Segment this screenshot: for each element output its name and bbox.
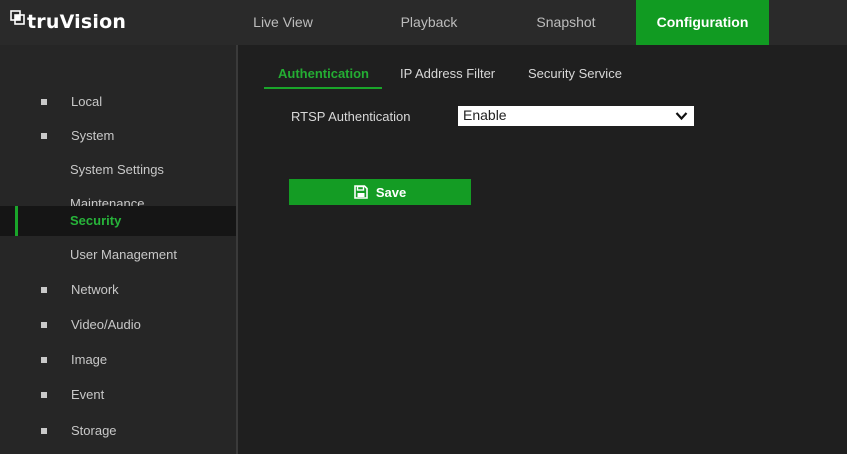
sidebar-item-system-settings[interactable]: System Settings bbox=[0, 155, 236, 185]
sidebar-item-event[interactable]: Event bbox=[0, 380, 236, 410]
sidebar-item-label: Security bbox=[70, 213, 122, 228]
sidebar-item-video-audio[interactable]: Video/Audio bbox=[0, 310, 236, 340]
brand-logo: truVision bbox=[10, 7, 126, 37]
nav-playback[interactable]: Playback bbox=[380, 0, 478, 45]
sidebar-item-label: User Management bbox=[70, 247, 177, 262]
rtsp-authentication-select[interactable]: Enable bbox=[458, 106, 694, 126]
tab-security-service[interactable]: Security Service bbox=[528, 66, 622, 81]
sidebar-item-label: Storage bbox=[71, 423, 117, 438]
floppy-disk-icon bbox=[354, 185, 368, 199]
save-button-label: Save bbox=[375, 184, 407, 200]
tab-ip-address-filter[interactable]: IP Address Filter bbox=[400, 66, 495, 81]
sidebar-item-system[interactable]: System bbox=[0, 121, 236, 151]
square-bullet-icon bbox=[41, 357, 47, 363]
save-button[interactable]: Save bbox=[289, 179, 471, 205]
sidebar-item-label: Video/Audio bbox=[71, 317, 141, 332]
tab-authentication[interactable]: Authentication bbox=[278, 66, 369, 81]
chevron-down-icon bbox=[675, 112, 688, 121]
square-bullet-icon bbox=[41, 392, 47, 398]
top-navigation-bar: truVision Live View Playback Snapshot Co… bbox=[0, 0, 847, 45]
nav-live-view[interactable]: Live View bbox=[240, 0, 326, 45]
nav-configuration[interactable]: Configuration bbox=[636, 0, 769, 45]
sidebar-item-label: Local bbox=[71, 94, 103, 109]
sidebar-item-label: System Settings bbox=[70, 162, 164, 177]
square-bullet-icon bbox=[41, 99, 47, 105]
rtsp-authentication-label: RTSP Authentication bbox=[291, 109, 411, 124]
rtsp-authentication-value: Enable bbox=[463, 107, 507, 123]
sidebar: Local System System Settings Maintenance… bbox=[0, 45, 236, 454]
square-bullet-icon bbox=[41, 133, 47, 139]
sidebar-item-label: System bbox=[71, 128, 115, 143]
sidebar-item-storage[interactable]: Storage bbox=[0, 416, 236, 446]
sidebar-item-local[interactable]: Local bbox=[0, 87, 236, 117]
sidebar-item-image[interactable]: Image bbox=[0, 345, 236, 375]
truvision-logo-icon bbox=[10, 10, 25, 25]
sidebar-item-network[interactable]: Network bbox=[0, 275, 236, 305]
sidebar-item-label: Network bbox=[71, 282, 119, 297]
sidebar-item-label: Image bbox=[71, 352, 108, 367]
active-indicator bbox=[15, 206, 18, 236]
square-bullet-icon bbox=[41, 287, 47, 293]
square-bullet-icon bbox=[41, 322, 47, 328]
nav-snapshot[interactable]: Snapshot bbox=[514, 0, 618, 45]
sidebar-item-security[interactable]: Security bbox=[0, 206, 236, 236]
main-content: Authentication IP Address Filter Securit… bbox=[238, 45, 847, 454]
sidebar-item-user-management[interactable]: User Management bbox=[0, 240, 236, 270]
square-bullet-icon bbox=[41, 428, 47, 434]
brand-name: truVision bbox=[27, 11, 127, 33]
sidebar-item-label: Event bbox=[71, 387, 105, 402]
active-tab-underline bbox=[264, 87, 382, 89]
